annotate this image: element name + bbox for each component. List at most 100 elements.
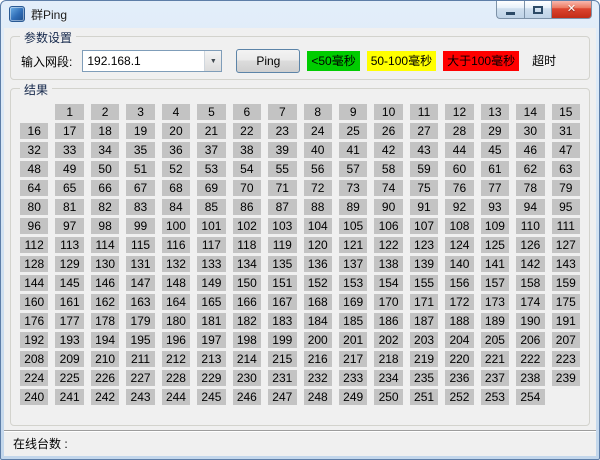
host-cell-209: 209 bbox=[55, 351, 83, 367]
host-cell-169: 169 bbox=[339, 294, 367, 310]
maximize-icon bbox=[533, 6, 543, 14]
host-cell-180: 180 bbox=[162, 313, 190, 329]
host-cell-32: 32 bbox=[20, 142, 48, 158]
host-cell-224: 224 bbox=[20, 370, 48, 386]
host-cell-53: 53 bbox=[197, 161, 225, 177]
host-cell-104: 104 bbox=[304, 218, 332, 234]
host-cell-22: 22 bbox=[233, 123, 261, 139]
host-cell-189: 189 bbox=[481, 313, 509, 329]
host-cell-123: 123 bbox=[410, 237, 438, 253]
host-cell-93: 93 bbox=[481, 199, 509, 215]
host-cell-222: 222 bbox=[516, 351, 544, 367]
host-cell-40: 40 bbox=[304, 142, 332, 158]
host-cell-63: 63 bbox=[552, 161, 580, 177]
maximize-button[interactable] bbox=[524, 1, 552, 19]
host-cell-158: 158 bbox=[516, 275, 544, 291]
host-cell-151: 151 bbox=[268, 275, 296, 291]
host-cell-71: 71 bbox=[268, 180, 296, 196]
host-cell-34: 34 bbox=[91, 142, 119, 158]
host-cell-2: 2 bbox=[91, 104, 119, 120]
host-cell-24: 24 bbox=[304, 123, 332, 139]
host-cell-98: 98 bbox=[91, 218, 119, 234]
host-cell-181: 181 bbox=[197, 313, 225, 329]
host-cell-232: 232 bbox=[304, 370, 332, 386]
host-cell-21: 21 bbox=[197, 123, 225, 139]
host-cell-253: 253 bbox=[481, 389, 509, 405]
host-cell-229: 229 bbox=[197, 370, 225, 386]
host-cell-223: 223 bbox=[552, 351, 580, 367]
host-cell-23: 23 bbox=[268, 123, 296, 139]
host-cell-205: 205 bbox=[481, 332, 509, 348]
close-icon: ✕ bbox=[567, 4, 576, 15]
host-cell-37: 37 bbox=[197, 142, 225, 158]
host-cell-198: 198 bbox=[233, 332, 261, 348]
host-cell-144: 144 bbox=[20, 275, 48, 291]
host-cell-126: 126 bbox=[516, 237, 544, 253]
host-cell-42: 42 bbox=[374, 142, 402, 158]
minimize-button[interactable] bbox=[496, 1, 524, 19]
host-cell-210: 210 bbox=[91, 351, 119, 367]
host-cell-58: 58 bbox=[374, 161, 402, 177]
host-cell-165: 165 bbox=[197, 294, 225, 310]
host-cell-105: 105 bbox=[339, 218, 367, 234]
host-cell-195: 195 bbox=[126, 332, 154, 348]
host-cell-76: 76 bbox=[445, 180, 473, 196]
host-cell-227: 227 bbox=[126, 370, 154, 386]
host-cell-55: 55 bbox=[268, 161, 296, 177]
host-cell-25: 25 bbox=[339, 123, 367, 139]
results-group-label: 结果 bbox=[20, 81, 52, 98]
host-cell-215: 215 bbox=[268, 351, 296, 367]
host-cell-57: 57 bbox=[339, 161, 367, 177]
host-cell-166: 166 bbox=[233, 294, 261, 310]
host-cell-99: 99 bbox=[126, 218, 154, 234]
host-cell-89: 89 bbox=[339, 199, 367, 215]
host-cell-61: 61 bbox=[481, 161, 509, 177]
host-cell-250: 250 bbox=[374, 389, 402, 405]
host-cell-70: 70 bbox=[233, 180, 261, 196]
status-bar: 在线台数 : bbox=[4, 430, 596, 456]
host-cell-41: 41 bbox=[339, 142, 367, 158]
host-cell-241: 241 bbox=[55, 389, 83, 405]
host-cell-15: 15 bbox=[552, 104, 580, 120]
host-cell-77: 77 bbox=[481, 180, 509, 196]
host-cell-75: 75 bbox=[410, 180, 438, 196]
ping-button[interactable]: Ping bbox=[236, 49, 300, 73]
host-cell-8: 8 bbox=[304, 104, 332, 120]
combo-dropdown-button[interactable]: ▼ bbox=[204, 51, 221, 71]
host-cell-82: 82 bbox=[91, 199, 119, 215]
host-cell-38: 38 bbox=[233, 142, 261, 158]
network-input[interactable] bbox=[83, 51, 204, 71]
host-cell-218: 218 bbox=[374, 351, 402, 367]
host-cell-47: 47 bbox=[552, 142, 580, 158]
host-cell-202: 202 bbox=[374, 332, 402, 348]
host-cell-136: 136 bbox=[304, 256, 332, 272]
host-cell-193: 193 bbox=[55, 332, 83, 348]
host-cell-149: 149 bbox=[197, 275, 225, 291]
host-cell-29: 29 bbox=[481, 123, 509, 139]
host-cell-85: 85 bbox=[197, 199, 225, 215]
host-cell-160: 160 bbox=[20, 294, 48, 310]
host-cell-252: 252 bbox=[445, 389, 473, 405]
host-cell-50: 50 bbox=[91, 161, 119, 177]
host-cell-106: 106 bbox=[374, 218, 402, 234]
title-bar[interactable]: 群Ping ✕ bbox=[1, 1, 599, 27]
host-cell-125: 125 bbox=[481, 237, 509, 253]
host-cell-3: 3 bbox=[126, 104, 154, 120]
legend-under-50ms: <50毫秒 bbox=[307, 51, 359, 71]
host-cell-132: 132 bbox=[162, 256, 190, 272]
host-cell-31: 31 bbox=[552, 123, 580, 139]
host-cell-96: 96 bbox=[20, 218, 48, 234]
host-cell-211: 211 bbox=[126, 351, 154, 367]
host-cell-216: 216 bbox=[304, 351, 332, 367]
host-cell-19: 19 bbox=[126, 123, 154, 139]
host-cell-182: 182 bbox=[233, 313, 261, 329]
host-cell-161: 161 bbox=[55, 294, 83, 310]
results-groupbox: 结果 1234567891011121314151617181920212223… bbox=[10, 88, 590, 426]
host-cell-140: 140 bbox=[445, 256, 473, 272]
host-cell-102: 102 bbox=[233, 218, 261, 234]
host-cell-157: 157 bbox=[481, 275, 509, 291]
close-button[interactable]: ✕ bbox=[552, 1, 592, 19]
host-cell-247: 247 bbox=[268, 389, 296, 405]
host-cell-95: 95 bbox=[552, 199, 580, 215]
host-cell-225: 225 bbox=[55, 370, 83, 386]
